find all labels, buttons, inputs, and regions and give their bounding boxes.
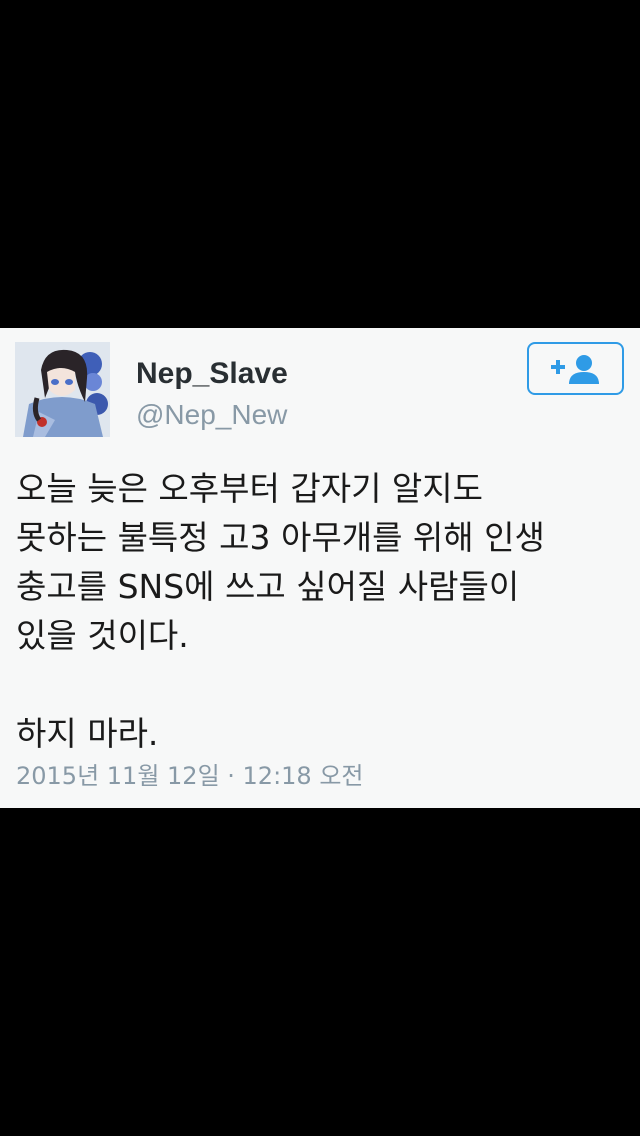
tweet-text-line: 하지 마라.: [16, 714, 159, 753]
tweet-timestamp: 2015년 11월 12일 · 12:18 오전: [16, 762, 364, 790]
tweet-card: Nep_Slave @Nep_New 오늘 늦은 오후부터 갑자기 알지도 못하…: [0, 328, 640, 808]
display-name[interactable]: Nep_Slave: [136, 356, 288, 392]
add-user-icon: [551, 355, 599, 384]
user-handle[interactable]: @Nep_New: [136, 398, 287, 432]
tweet-text-line: 오늘 늦은 오후부터 갑자기 알지도: [16, 469, 483, 508]
avatar[interactable]: [15, 342, 110, 437]
avatar-image: [15, 342, 110, 437]
follow-button[interactable]: [527, 342, 624, 395]
tweet-text-line: 있을 것이다.: [16, 616, 189, 655]
tweet-text: 오늘 늦은 오후부터 갑자기 알지도 못하는 불특정 고3 아무개를 위해 인생…: [16, 464, 616, 758]
screen: Nep_Slave @Nep_New 오늘 늦은 오후부터 갑자기 알지도 못하…: [0, 0, 640, 1136]
tweet-text-line: 못하는 불특정 고3 아무개를 위해 인생: [16, 518, 545, 557]
tweet-text-line: 충고를 SNS에 쓰고 싶어질 사람들이: [16, 567, 520, 606]
